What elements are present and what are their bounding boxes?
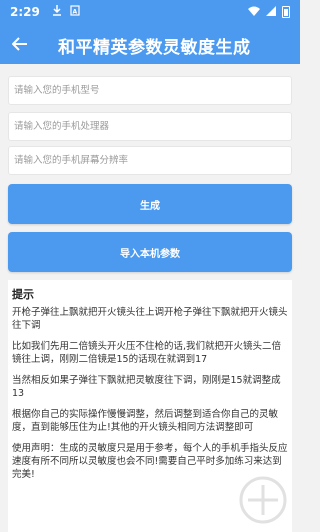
download-icon: [52, 5, 62, 19]
arrow-left-icon: [11, 32, 28, 56]
app-bar: 和平精英参数灵敏度生成: [0, 24, 300, 64]
page-title: 和平精英参数灵敏度生成: [58, 38, 251, 58]
watermark-logo: [228, 470, 298, 530]
svg-text:A: A: [72, 9, 77, 16]
phone-model-input[interactable]: [14, 77, 286, 104]
sim-icon: A: [70, 5, 80, 19]
battery-icon: [282, 6, 290, 18]
tips-paragraph: 开枪子弹往上飘就把开火镜头往上调开枪子弹往下飘就把开火镜头往下调: [12, 307, 288, 331]
phone-model-field[interactable]: [8, 76, 292, 105]
back-button[interactable]: [0, 24, 40, 64]
status-time: 2:29: [10, 5, 40, 19]
wifi-icon: [248, 5, 260, 19]
tips-paragraph: 根据你自己的实际操作慢慢调整，然后调整到适合你自己的灵敏度，直到能够压住为止!其…: [12, 409, 279, 433]
processor-input[interactable]: [14, 113, 286, 140]
tips-paragraph: 当然相反如果子弹往下飘就把灵敏度往下调，刚刚是15就调整成13: [12, 375, 281, 399]
processor-field[interactable]: [8, 112, 292, 141]
tips-title: 提示: [12, 288, 34, 301]
import-params-button[interactable]: 导入本机参数: [8, 232, 292, 272]
generate-button[interactable]: 生成: [8, 184, 292, 224]
resolution-input[interactable]: [14, 147, 286, 174]
resolution-field[interactable]: [8, 146, 292, 175]
status-bar: 2:29 A: [0, 0, 300, 24]
tips-paragraph: 比如我们先用二倍镜头开火压不住枪的话,我们就把开火镜头二倍镜往上调，刚刚二倍镜是…: [12, 341, 282, 365]
signal-icon: [266, 5, 276, 19]
